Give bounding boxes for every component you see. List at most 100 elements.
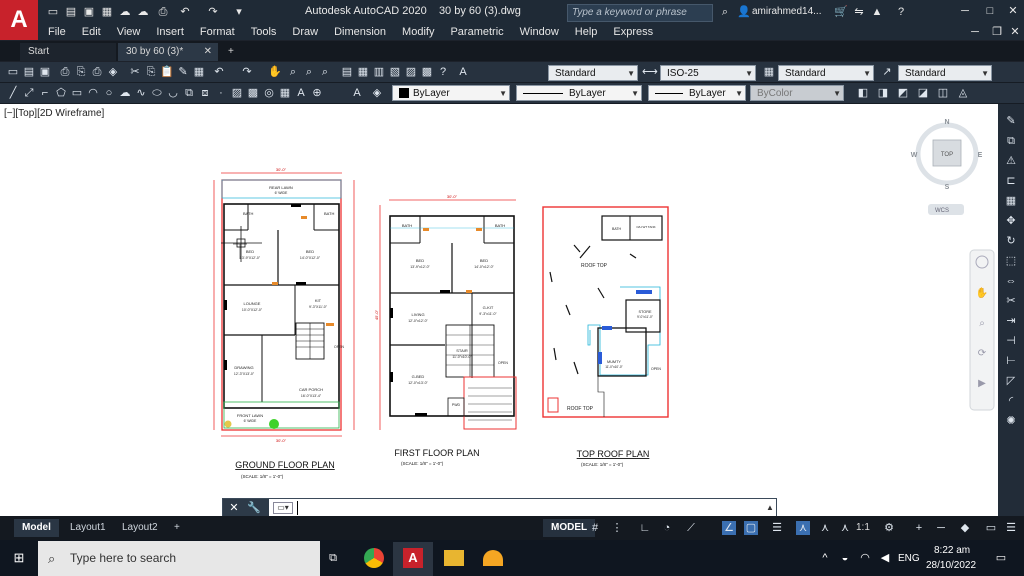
annotation-scale-value[interactable]: 1:1: [856, 522, 870, 533]
join-icon[interactable]: ⊢: [1004, 354, 1018, 368]
quickcalc-icon[interactable]: ▩: [420, 65, 434, 79]
workspace-gear-icon[interactable]: ⚙: [882, 521, 896, 535]
menu-parametric[interactable]: Parametric: [442, 24, 511, 40]
windows-start-icon[interactable]: ⊞: [12, 551, 26, 565]
object-snap-icon[interactable]: ▢: [744, 521, 758, 535]
table-icon[interactable]: ▦: [278, 86, 292, 100]
web-open-icon[interactable]: ☁: [118, 6, 132, 18]
snap-icon[interactable]: ⋮: [610, 521, 624, 535]
fillet-icon[interactable]: ◜: [1004, 394, 1018, 408]
taskbar-search-input[interactable]: ⌕ Type here to search: [38, 541, 320, 576]
user-name[interactable]: amirahmed14...: [752, 6, 821, 17]
command-close-icon[interactable]: ✕: [227, 501, 241, 515]
menu-window[interactable]: Window: [512, 24, 567, 40]
redo-icon[interactable]: ↷: [206, 6, 220, 18]
circle-icon[interactable]: ○: [102, 86, 116, 100]
offset-icon[interactable]: ⊏: [1004, 174, 1018, 188]
binoculars-icon[interactable]: ⌕: [718, 6, 732, 18]
break-icon[interactable]: ⊣: [1004, 334, 1018, 348]
tab-layout1[interactable]: Layout1: [62, 519, 114, 537]
task-view-icon[interactable]: ⧉: [326, 551, 340, 565]
color-select[interactable]: ByLayer ▼: [392, 85, 510, 101]
units-icon[interactable]: ─: [934, 521, 948, 535]
ellipse-arc-icon[interactable]: ◡: [166, 86, 180, 100]
menu-dimension[interactable]: Dimension: [326, 24, 394, 40]
tab-drawing[interactable]: 30 by 60 (3)* ✕: [118, 43, 218, 61]
tool-palettes-icon[interactable]: ▥: [372, 65, 386, 79]
markup-icon[interactable]: ▨: [404, 65, 418, 79]
clock-time[interactable]: 8:22 am: [934, 545, 970, 556]
polyline-icon[interactable]: ⌐: [38, 86, 52, 100]
viewcube-top-face[interactable]: TOP: [941, 152, 953, 158]
auto-scale-icon[interactable]: ⋏: [818, 521, 832, 535]
cut-icon[interactable]: ✂: [128, 65, 142, 79]
file-explorer-icon[interactable]: [444, 550, 464, 566]
orbit-icon[interactable]: ⟳: [978, 348, 987, 359]
save-icon[interactable]: ▣: [82, 6, 96, 18]
layer-match-icon[interactable]: ◩: [896, 86, 910, 100]
user-icon[interactable]: 👤: [737, 6, 751, 18]
volume-icon[interactable]: ◀: [878, 551, 892, 565]
doc-minimize-icon[interactable]: ─: [968, 26, 982, 38]
save-icon[interactable]: ▣: [38, 65, 52, 79]
wcs-menu[interactable]: WCS: [935, 208, 949, 214]
tab-model[interactable]: Model: [14, 519, 59, 537]
layer-freeze-icon[interactable]: ◫: [936, 86, 950, 100]
linetype-select[interactable]: ByLayer ▼: [516, 85, 642, 101]
move-icon[interactable]: ✥: [1004, 214, 1018, 228]
doc-close-icon[interactable]: ✕: [1008, 26, 1022, 38]
command-line[interactable]: ✕ 🔧 ▭▾ ▲: [222, 498, 777, 518]
open-icon[interactable]: ▤: [22, 65, 36, 79]
layer-states-icon[interactable]: ◧: [856, 86, 870, 100]
menu-help[interactable]: Help: [567, 24, 606, 40]
3d-print-icon[interactable]: ◈: [106, 65, 120, 79]
match-prop-icon[interactable]: ✎: [176, 65, 190, 79]
clock-date[interactable]: 28/10/2022: [926, 560, 976, 571]
layer-off-icon[interactable]: ◬: [956, 86, 970, 100]
plot-icon[interactable]: ⎙: [156, 6, 170, 18]
point-icon[interactable]: ·: [214, 86, 228, 100]
stretch-icon[interactable]: ⇔: [1004, 274, 1018, 288]
annotation-monitor-icon[interactable]: +: [912, 521, 926, 535]
notifications-icon[interactable]: ▭: [994, 551, 1008, 565]
menu-draw[interactable]: Draw: [284, 24, 326, 40]
text-icon[interactable]: A: [350, 86, 364, 100]
mirror-icon[interactable]: ⚠: [1004, 154, 1018, 168]
extend-icon[interactable]: ⇥: [1004, 314, 1018, 328]
viewport-controls[interactable]: [−][Top][2D Wireframe]: [4, 108, 104, 119]
menu-modify[interactable]: Modify: [394, 24, 442, 40]
design-center-icon[interactable]: ▦: [356, 65, 370, 79]
recent-commands-icon[interactable]: ▭▾: [273, 502, 293, 514]
navigation-bar[interactable]: ✋ ⌕ ⟳ ▶: [969, 249, 995, 411]
mtext-icon[interactable]: A: [294, 86, 308, 100]
tab-close-icon[interactable]: ✕: [204, 43, 212, 61]
viewcube-east[interactable]: E: [978, 152, 983, 159]
lineweight-icon[interactable]: ☰: [770, 521, 784, 535]
polygon-icon[interactable]: ⬠: [54, 86, 68, 100]
menu-tools[interactable]: Tools: [243, 24, 285, 40]
undo-icon[interactable]: ↶: [178, 6, 192, 18]
zoom-previous-icon[interactable]: ⌕: [318, 65, 332, 79]
annotation-scale-icon[interactable]: ⋏: [838, 521, 852, 535]
object-snap-tracking-icon[interactable]: ∠: [722, 521, 736, 535]
application-menu-button[interactable]: A: [0, 0, 38, 40]
network-icon[interactable]: ◒: [838, 551, 852, 565]
show-hidden-icons[interactable]: ^: [818, 551, 832, 565]
annotation-visibility-icon[interactable]: ⋏: [796, 521, 810, 535]
plotstyle-select[interactable]: ByColor ▼: [750, 85, 844, 101]
layer-icon[interactable]: ◈: [370, 86, 384, 100]
table-style-select[interactable]: Standard ▼: [778, 65, 874, 81]
plot-icon[interactable]: ⎙: [58, 65, 72, 79]
tab-start[interactable]: Start: [20, 43, 116, 61]
viewcube[interactable]: TOP N S E W WCS: [911, 119, 983, 215]
rectangle-icon[interactable]: ▭: [70, 86, 84, 100]
customization-icon[interactable]: ☰: [1004, 521, 1018, 535]
clean-screen-icon[interactable]: ▭: [984, 521, 998, 535]
close-icon[interactable]: ✕: [1006, 5, 1020, 17]
text-style-select[interactable]: Standard ▼: [548, 65, 638, 81]
customize-wrench-icon[interactable]: 🔧: [247, 501, 261, 515]
menu-file[interactable]: File: [40, 24, 74, 40]
add-layout-button[interactable]: +: [166, 519, 188, 537]
hardware-accel-icon[interactable]: ◆: [958, 521, 972, 535]
region-icon[interactable]: ◎: [262, 86, 276, 100]
